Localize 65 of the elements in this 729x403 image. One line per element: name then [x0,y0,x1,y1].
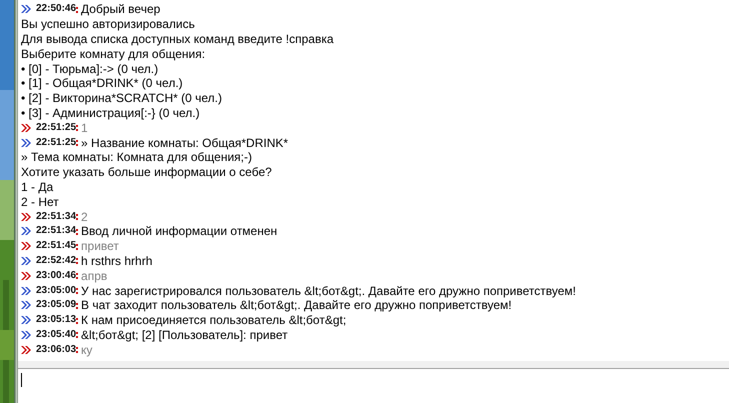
message-text: &lt;бот&gt; [2] [Пользователь]: привет [81,328,288,342]
message-text: » Тема комнаты: Комната для общения;-) [21,150,252,164]
message-text: В чат заходит пользователь &lt;бот&gt;. Давайте его дружно поприветствуем! [81,298,512,312]
message-text: Для вывода списка доступных команд введите !справка [21,32,334,46]
message-time: 22:51:25 [36,136,76,150]
message-text: Вы успешно авторизировались [21,17,195,32]
message-time: 22:51:34 [36,210,76,224]
colon-icon [76,257,78,264]
message-text: • [0] - Тюрьма]:-> (0 чел.) [21,62,158,76]
message-text: Ввод личной информации отменен [81,224,278,238]
message-time: 22:52:42 [36,254,76,268]
double-chevron-icon [21,272,31,280]
message-text: 1 - Да [21,180,54,194]
colon-icon [76,228,78,235]
colon-icon [76,242,78,250]
colon-icon [76,139,78,146]
message-time: 23:05:13 [36,313,76,328]
colon-icon [76,6,78,13]
message-text: • [3] - Администрация[:-} (0 чел.) [21,106,200,120]
message-text: • [2] - Викторина*SCRATCH* (0 чел.) [21,91,222,106]
message-text: У нас зарегистрировался пользователь &lt;бот&gt;. Давайте его дружно поприветствуем! [81,284,576,298]
message-text: 2 [81,210,88,224]
colon-icon [76,302,78,309]
double-chevron-icon [21,346,31,354]
splitter-bar[interactable] [18,361,729,369]
message-time: 23:06:03 [36,342,76,357]
double-chevron-icon [21,301,31,310]
message-time: 23:05:00 [36,284,76,298]
message-text: Выберите комнату для общения: [21,46,206,61]
double-chevron-icon [21,227,31,236]
message-time: 22:51:45 [36,239,76,254]
double-chevron-icon [21,5,31,14]
colon-icon [76,213,78,220]
message-time: 22:51:25 [36,120,76,135]
double-chevron-icon [21,242,31,250]
double-chevron-icon [21,138,31,147]
message-text: h rsthrs hrhrh [81,254,152,268]
double-chevron-icon [21,286,31,295]
double-chevron-icon [21,316,31,324]
message-time: 23:05:40 [36,328,76,342]
message-text: 2 - Нет [21,194,59,209]
colon-icon [76,124,78,132]
double-chevron-icon [21,330,31,339]
message-text: Добрый вечер [81,2,160,16]
message-text: Хотите указать больше информации о себе? [21,165,272,180]
colon-icon [76,316,78,324]
colon-icon [76,346,78,354]
message-text: ку [81,342,92,357]
message-text: » Название комнаты: Общая*DRINK* [81,136,288,150]
message-time: 22:50:46 [36,2,76,16]
text-cursor-icon [21,373,22,387]
message-time: 22:51:34 [36,224,76,238]
message-time: 23:00:46 [36,268,76,283]
message-text: • [1] - Общая*DRINK* (0 чел.) [21,76,183,90]
message-text: апрв [81,268,108,283]
double-chevron-icon [21,212,31,221]
message-text: К нам присоединяется пользователь &lt;бот&gt; [81,313,346,328]
message-text: 1 [81,120,88,135]
message-text: привет [81,239,119,254]
colon-icon [76,331,78,338]
double-chevron-icon [21,256,31,265]
double-chevron-icon [21,124,31,132]
colon-icon [76,287,78,294]
message-time: 23:05:09 [36,298,76,312]
colon-icon [76,272,78,280]
